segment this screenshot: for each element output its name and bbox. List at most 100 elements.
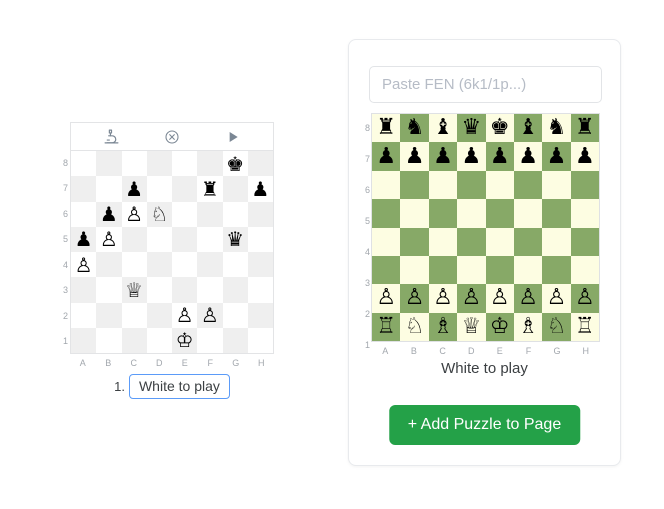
piece-black-pawn-e7[interactable]: ♟ <box>490 145 510 168</box>
piece-black-rook-f7[interactable]: ♜ <box>201 179 219 199</box>
square-h3[interactable] <box>570 255 599 285</box>
square-a6[interactable] <box>71 201 97 227</box>
square-f6[interactable] <box>513 170 543 200</box>
square-d4[interactable] <box>146 252 172 278</box>
square-c4[interactable] <box>121 252 147 278</box>
square-f2[interactable]: ♙ <box>513 284 543 313</box>
square-h6[interactable] <box>570 170 599 200</box>
piece-white-pawn-e2[interactable]: ♙ <box>490 287 510 309</box>
square-h7[interactable]: ♟ <box>247 176 273 202</box>
piece-white-bishop-f1[interactable]: ♗ <box>518 315 538 338</box>
piece-white-pawn-c2[interactable]: ♙ <box>433 287 453 309</box>
square-e8[interactable]: ♚ <box>485 114 514 143</box>
square-b5[interactable] <box>400 199 429 228</box>
square-b3[interactable] <box>96 277 122 303</box>
square-a8[interactable] <box>71 151 97 177</box>
piece-black-knight-b8[interactable]: ♞ <box>405 117 425 139</box>
square-c5[interactable] <box>428 199 458 228</box>
square-f7[interactable]: ♟ <box>513 142 543 171</box>
square-f1[interactable] <box>197 327 223 353</box>
square-b6[interactable] <box>400 170 429 200</box>
square-d8[interactable] <box>146 151 172 177</box>
square-e7[interactable] <box>172 176 198 202</box>
square-g5[interactable] <box>542 199 571 228</box>
square-b4[interactable] <box>96 252 122 278</box>
square-c7[interactable]: ♟ <box>428 142 458 171</box>
square-a3[interactable] <box>71 277 97 303</box>
square-f4[interactable] <box>513 227 543 256</box>
piece-black-queen-d8[interactable]: ♛ <box>461 117 481 139</box>
square-f8[interactable]: ♝ <box>513 114 543 143</box>
square-c7[interactable]: ♟ <box>121 176 147 202</box>
clear-board-icon[interactable] <box>164 129 180 145</box>
square-f3[interactable] <box>197 277 223 303</box>
square-f6[interactable] <box>197 201 223 227</box>
square-g7[interactable]: ♟ <box>542 142 571 171</box>
piece-black-rook-a8[interactable]: ♜ <box>376 117 396 139</box>
square-d1[interactable]: ♕ <box>457 312 486 341</box>
square-h5[interactable] <box>247 226 273 252</box>
square-b3[interactable] <box>400 255 429 285</box>
fen-input[interactable] <box>369 66 602 103</box>
piece-white-pawn-a4[interactable]: ♙ <box>75 255 93 275</box>
square-a4[interactable]: ♙ <box>71 252 97 278</box>
piece-white-knight-b1[interactable]: ♘ <box>405 315 425 338</box>
piece-white-pawn-g2[interactable]: ♙ <box>547 287 567 309</box>
square-b8[interactable] <box>96 151 122 177</box>
square-g8[interactable]: ♞ <box>542 114 571 143</box>
piece-black-pawn-a7[interactable]: ♟ <box>376 145 396 168</box>
square-h1[interactable] <box>247 327 273 353</box>
square-c3[interactable]: ♕ <box>121 277 147 303</box>
square-g2[interactable]: ♙ <box>542 284 571 313</box>
square-h3[interactable] <box>247 277 273 303</box>
square-d2[interactable]: ♙ <box>457 284 486 313</box>
add-puzzle-to-page-button[interactable]: + Add Puzzle to Page <box>388 405 581 445</box>
piece-black-bishop-f8[interactable]: ♝ <box>518 117 538 139</box>
square-g3[interactable] <box>542 255 571 285</box>
piece-black-pawn-d7[interactable]: ♟ <box>461 145 481 168</box>
square-c4[interactable] <box>428 227 458 256</box>
square-a5[interactable]: ♟ <box>71 226 97 252</box>
piece-black-pawn-b6[interactable]: ♟ <box>100 204 118 224</box>
piece-white-knight-g1[interactable]: ♘ <box>547 315 567 338</box>
square-h6[interactable] <box>247 201 273 227</box>
piece-black-knight-g8[interactable]: ♞ <box>547 117 567 139</box>
square-f3[interactable] <box>513 255 543 285</box>
square-a4[interactable] <box>372 227 401 256</box>
square-d3[interactable] <box>146 277 172 303</box>
square-e3[interactable] <box>172 277 198 303</box>
square-d6[interactable]: ♘ <box>146 201 172 227</box>
square-e2[interactable]: ♙ <box>172 302 198 328</box>
move-turn-badge[interactable]: White to play <box>128 374 230 399</box>
piece-white-pawn-h2[interactable]: ♙ <box>575 287 595 309</box>
square-e7[interactable]: ♟ <box>485 142 514 171</box>
square-g6[interactable] <box>542 170 571 200</box>
square-a2[interactable] <box>71 302 97 328</box>
square-h8[interactable]: ♜ <box>570 114 599 143</box>
piece-white-pawn-f2[interactable]: ♙ <box>201 305 219 325</box>
square-b7[interactable]: ♟ <box>400 142 429 171</box>
square-h4[interactable] <box>570 227 599 256</box>
square-g1[interactable]: ♘ <box>542 312 571 341</box>
piece-white-rook-a1[interactable]: ♖ <box>376 315 396 338</box>
square-e4[interactable] <box>485 227 514 256</box>
square-a7[interactable]: ♟ <box>372 142 401 171</box>
square-a7[interactable] <box>71 176 97 202</box>
square-c1[interactable]: ♗ <box>428 312 458 341</box>
square-b1[interactable] <box>96 327 122 353</box>
square-a5[interactable] <box>372 199 401 228</box>
square-c2[interactable] <box>121 302 147 328</box>
piece-black-pawn-g7[interactable]: ♟ <box>547 145 567 168</box>
square-d5[interactable] <box>457 199 486 228</box>
square-d7[interactable]: ♟ <box>457 142 486 171</box>
square-e1[interactable]: ♔ <box>172 327 198 353</box>
square-c8[interactable]: ♝ <box>428 114 458 143</box>
piece-black-king-g8[interactable]: ♚ <box>226 154 244 174</box>
square-e5[interactable] <box>485 199 514 228</box>
square-e6[interactable] <box>172 201 198 227</box>
square-c3[interactable] <box>428 255 458 285</box>
piece-black-queen-g5[interactable]: ♛ <box>226 229 244 249</box>
play-icon[interactable] <box>225 129 241 145</box>
square-a3[interactable] <box>372 255 401 285</box>
piece-white-king-e1[interactable]: ♔ <box>490 315 510 338</box>
